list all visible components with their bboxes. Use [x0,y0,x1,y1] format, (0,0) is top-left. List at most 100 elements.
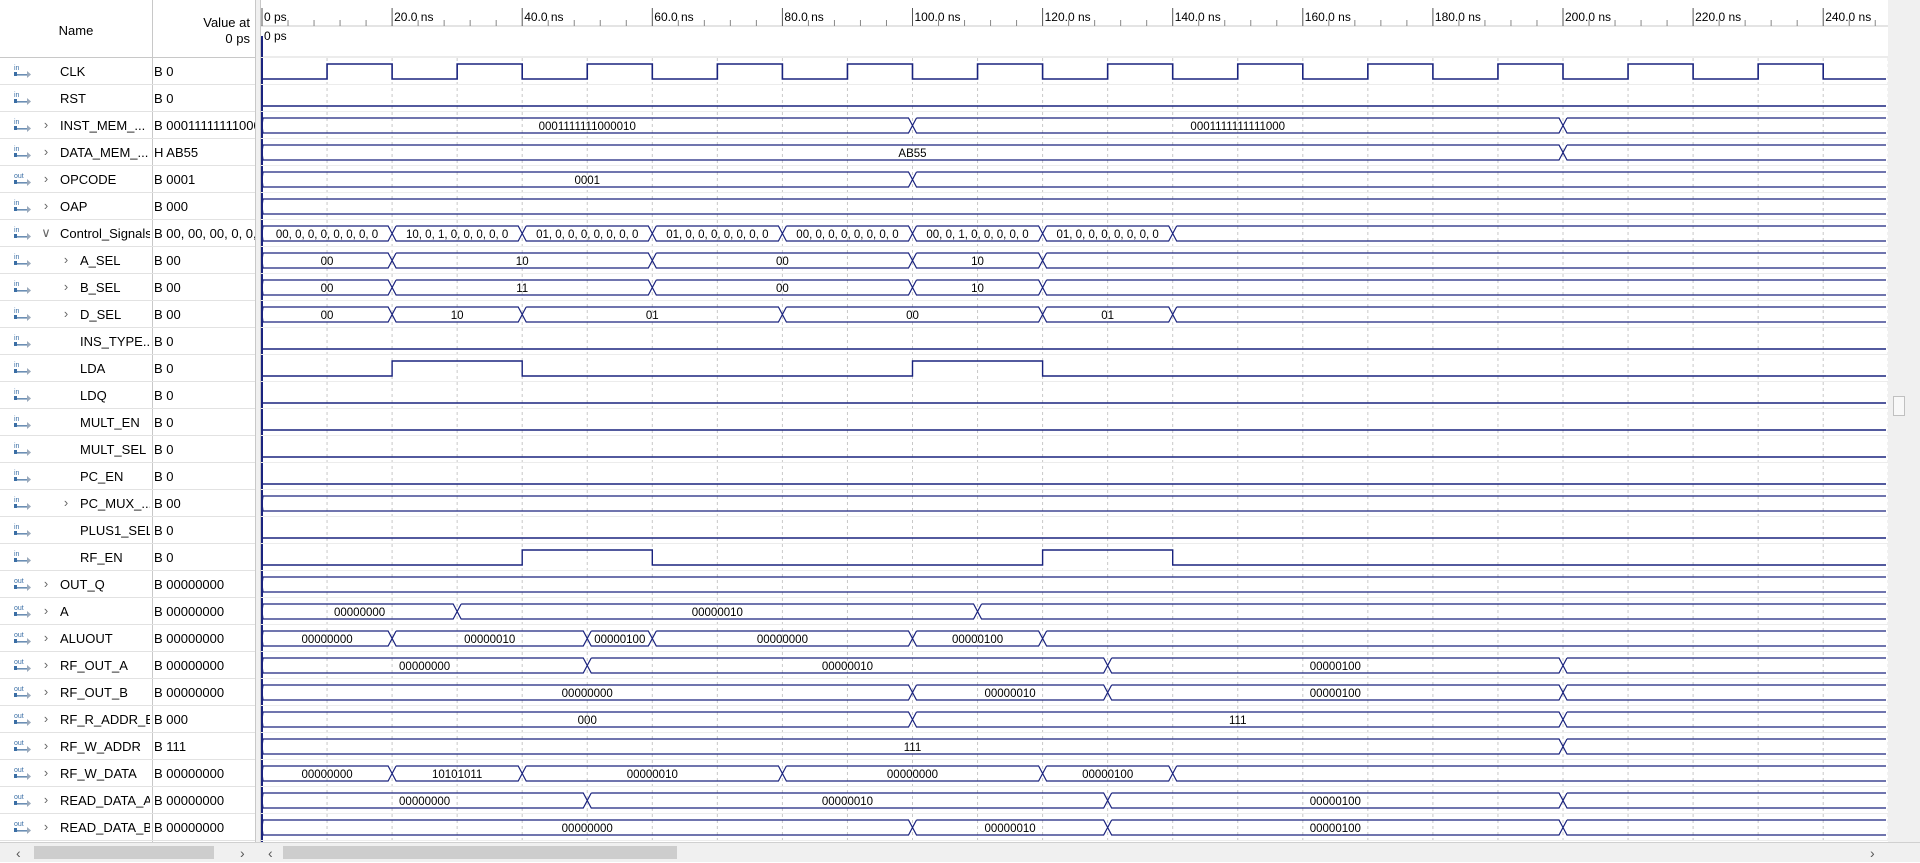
waveform-rf_w_data[interactable]: 00000000 10101011 00000010 00000000 00000100 [261,765,1886,782]
expand-chevron-icon[interactable]: › [40,117,52,133]
names-scroll-left-arrow[interactable]: ‹ [16,843,21,863]
expand-chevron-icon[interactable]: › [40,576,52,592]
signal-row-d_sel[interactable]: in › D_SEL B 00 [0,301,255,328]
names-scroll-right-arrow[interactable]: › [240,843,245,863]
signal-row-a[interactable]: out › A B 00000000 [0,598,255,625]
time-axis[interactable]: 0 ps 20.0 ns 40.0 ns 60.0 ns 80.0 ns 100.0 ns… [261,8,1888,27]
expand-chevron-icon[interactable]: › [40,684,52,700]
bus-value-label: 00000010 [464,634,515,646]
signal-row-plus1_sel[interactable]: in PLUS1_SEL B 0 [0,517,255,544]
signal-row-inst_mem[interactable]: in › INST_MEM_... B 0001111111100010 [0,112,255,139]
waveform-clk[interactable] [262,63,1886,80]
value-column-header[interactable]: Value at 0 ps [156,15,250,47]
svg-text:in: in [14,524,20,531]
waveform-out_q[interactable] [261,576,1886,593]
expand-chevron-icon[interactable]: › [40,819,52,835]
name-column-header[interactable]: Name [0,23,152,38]
waveform-viewer[interactable]: 0 ps 20.0 ns 40.0 ns 60.0 ns 80.0 ns 100.0 ns… [261,0,1888,842]
waveform-rf_r_addr_b[interactable]: 000 111 [261,711,1886,728]
signal-row-lda[interactable]: in LDA B 0 [0,355,255,382]
signal-row-clk[interactable]: in CLK B 0 [0,58,255,85]
expand-chevron-icon[interactable]: › [40,765,52,781]
waveform-rf_out_b[interactable]: 00000000 00000010 00000100 [261,684,1886,701]
signal-row-a_sel[interactable]: in › A_SEL B 00 [0,247,255,274]
waveform-b_sel[interactable]: 00 11 00 10 [261,279,1886,296]
waveform-aluout[interactable]: 00000000 00000010 00000100 00000000 00000100 [261,630,1886,647]
signal-row-read_data_b[interactable]: out › READ_DATA_B B 00000000 [0,814,255,841]
signal-row-pc_mux[interactable]: in › PC_MUX_... B 00 [0,490,255,517]
signal-row-control[interactable]: in ∨ Control_Signals B 00, 00, 00, 0, 0, 0 [0,220,255,247]
input-port-icon: in [13,252,33,268]
expand-chevron-icon[interactable]: › [40,603,52,619]
waveform-rf_out_a[interactable]: 00000000 00000010 00000100 [261,657,1886,674]
bus-value-label: 10 [451,310,464,322]
signal-row-rf_out_a[interactable]: out › RF_OUT_A B 00000000 [0,652,255,679]
bus-value-label: 01, 0, 0, 0, 0, 0, 0, 0 [536,229,638,241]
waveform-inst_mem[interactable]: 0001111111000010 0001111111111000 [261,117,1886,134]
waveform-read_data_b[interactable]: 00000000 00000010 00000100 [261,819,1886,836]
signal-row-rf_r_addr_b[interactable]: out › RF_R_ADDR_B B 000 [0,706,255,733]
bus-segment [911,171,1886,188]
expand-chevron-icon[interactable]: › [40,198,52,214]
expand-chevron-icon[interactable]: › [60,495,72,511]
signal-row-ins_type[interactable]: in INS_TYPE... B 0 [0,328,255,355]
signal-row-pc_en[interactable]: in PC_EN B 0 [0,463,255,490]
expand-chevron-icon[interactable]: › [40,792,52,808]
waveform-d_sel[interactable]: 00 10 01 00 01 [261,306,1886,323]
waveform-oap[interactable] [261,198,1886,215]
bus-value-label: 111 [1229,715,1246,727]
signal-row-rf_w_data[interactable]: out › RF_W_DATA B 00000000 [0,760,255,787]
waveform-rf_en[interactable] [262,549,1886,566]
expand-chevron-icon[interactable]: › [40,144,52,160]
waveform-a[interactable]: 00000000 00000010 [261,603,1886,620]
waveform-read_data_a[interactable]: 00000000 00000010 00000100 [261,792,1886,809]
bus-value-label: 111 [904,742,921,754]
input-port-icon: in [13,63,33,79]
signal-row-out_q[interactable]: out › OUT_Q B 00000000 [0,571,255,598]
axis-tick-label: 120.0 ns [1045,10,1091,24]
signal-row-rf_w_addr[interactable]: out › RF_W_ADDR B 111 [0,733,255,760]
horizontal-scrollbar[interactable]: ‹ › ‹ › [0,842,1920,862]
waveform-lda[interactable] [262,360,1886,377]
signal-row-read_data_a[interactable]: out › READ_DATA_A B 00000000 [0,787,255,814]
signal-row-rf_out_b[interactable]: out › RF_OUT_B B 00000000 [0,679,255,706]
wave-scroll-thumb[interactable] [283,846,677,859]
signal-row-data_mem[interactable]: in › DATA_MEM_... H AB55 [0,139,255,166]
vertical-scroll-thumb[interactable] [1893,396,1905,416]
signal-row-mult_en[interactable]: in MULT_EN B 0 [0,409,255,436]
expand-chevron-icon[interactable]: › [40,171,52,187]
input-port-icon: in [13,387,33,403]
waveform-data_mem[interactable]: AB55 [261,144,1886,161]
expand-chevron-icon[interactable]: › [40,738,52,754]
signal-row-rf_en[interactable]: in RF_EN B 0 [0,544,255,571]
waveform-rf_w_addr[interactable]: 111 [261,738,1886,755]
waveform-a_sel[interactable]: 00 10 00 10 [261,252,1886,269]
signal-row-b_sel[interactable]: in › B_SEL B 00 [0,274,255,301]
signal-row-rst[interactable]: in RST B 0 [0,85,255,112]
signal-row-mult_sel[interactable]: in MULT_SEL B 0 [0,436,255,463]
wave-scroll-left-arrow[interactable]: ‹ [268,843,273,863]
waveform-canvas[interactable]: 0 ps 20.0 ns 40.0 ns 60.0 ns 80.0 ns 100.0 ns… [261,0,1888,842]
wave-scroll-right-arrow[interactable]: › [1870,843,1875,863]
svg-text:in: in [14,362,20,369]
collapse-chevron-icon[interactable]: ∨ [40,225,52,241]
waveform-pc_mux[interactable] [261,495,1886,512]
expand-chevron-icon[interactable]: › [40,657,52,673]
waveform-opcode[interactable]: 0001 [261,171,1886,188]
expand-chevron-icon[interactable]: › [60,306,72,322]
bus-value-label: 00000010 [984,688,1035,700]
names-scroll-thumb[interactable] [34,846,214,859]
vertical-scrollbar[interactable] [1888,0,1920,842]
bus-value-label: 10101011 [432,769,482,781]
expand-chevron-icon[interactable]: › [60,252,72,268]
signal-row-aluout[interactable]: out › ALUOUT B 00000000 [0,625,255,652]
bus-segment [261,495,1886,512]
signal-row-opcode[interactable]: out › OPCODE B 0001 [0,166,255,193]
expand-chevron-icon[interactable]: › [40,711,52,727]
expand-chevron-icon[interactable]: › [60,279,72,295]
bus-value-label: 00000010 [627,769,678,781]
waveform-control[interactable]: 00, 0, 0, 0, 0, 0, 0, 0 10, 0, 1, 0, 0, 0… [261,225,1886,242]
expand-chevron-icon[interactable]: › [40,630,52,646]
signal-row-oap[interactable]: in › OAP B 000 [0,193,255,220]
signal-row-ldq[interactable]: in LDQ B 0 [0,382,255,409]
